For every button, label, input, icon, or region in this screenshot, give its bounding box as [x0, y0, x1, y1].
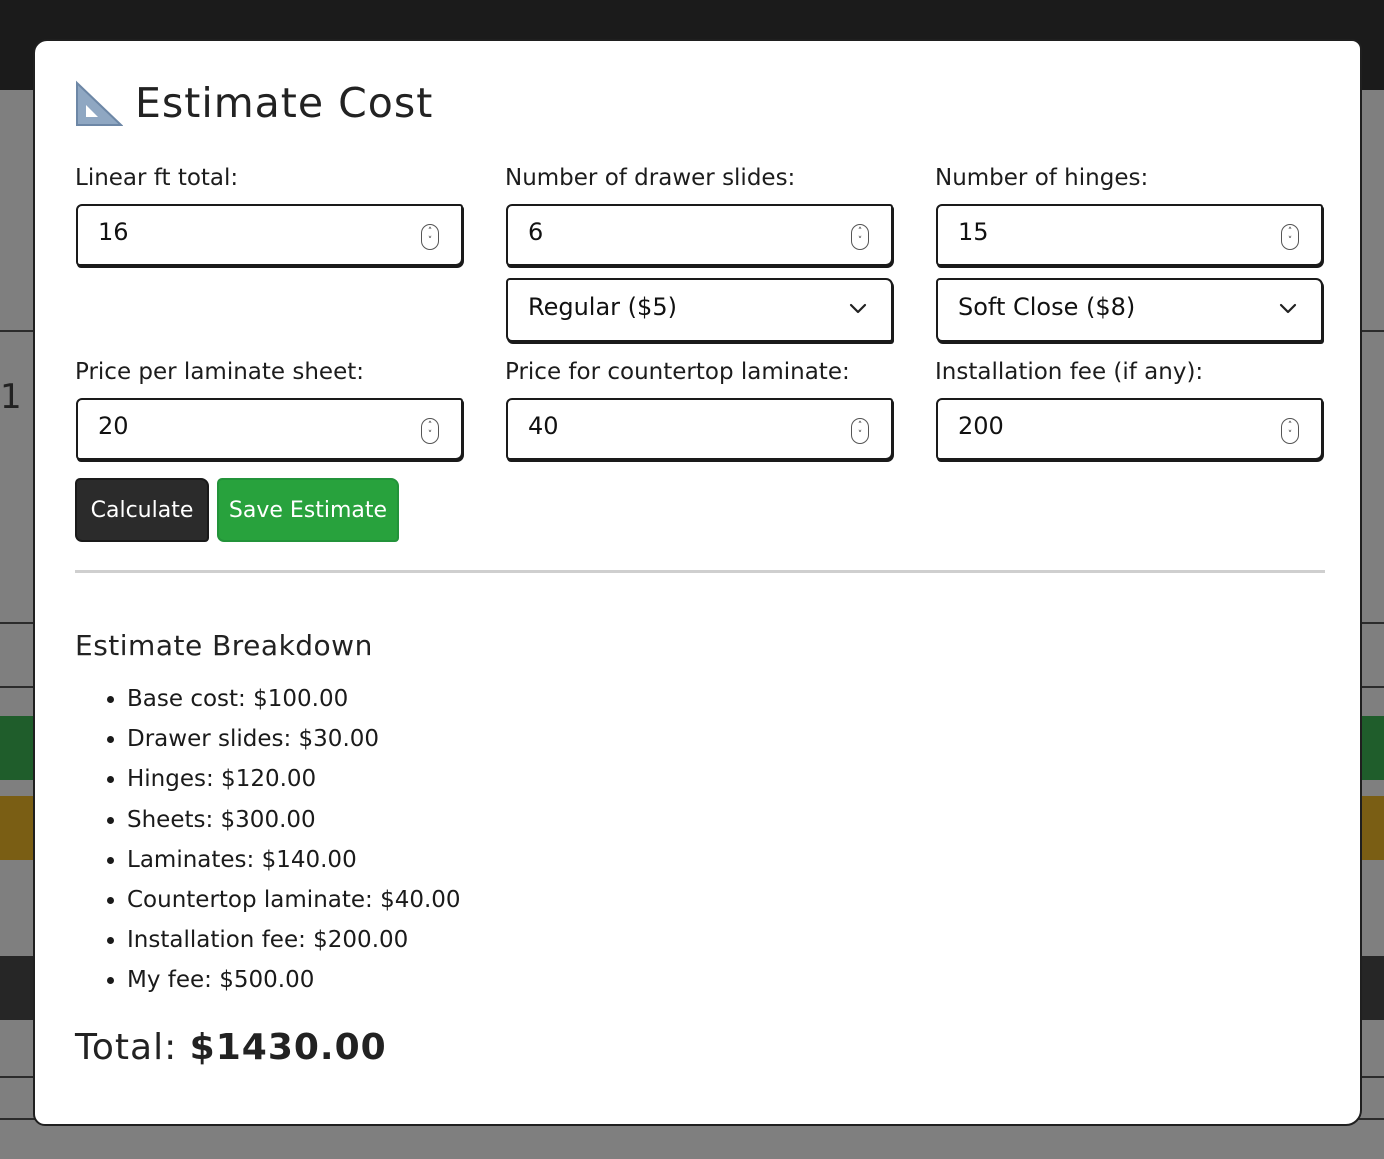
linear-ft-value: 16 — [98, 218, 129, 246]
breakdown-title: Estimate Breakdown — [75, 629, 373, 662]
drawer-slides-value: 6 — [528, 218, 544, 246]
installation-fee-label: Installation fee (if any): — [935, 359, 1204, 385]
list-item: Installation fee: $200.00 — [127, 920, 461, 960]
hinges-label: Number of hinges: — [935, 165, 1149, 191]
hinge-type-selected: Soft Close ($8) — [958, 293, 1136, 321]
number-spinner-icon[interactable]: ˄ ˅ — [421, 418, 439, 444]
laminate-sheet-price-input[interactable]: 20 ˄ ˅ — [76, 398, 463, 460]
chevron-down-icon — [1279, 303, 1297, 314]
list-item: Base cost: $100.00 — [127, 679, 461, 719]
breakdown-list: Base cost: $100.00 Drawer slides: $30.00… — [89, 679, 461, 1001]
hinge-type-select[interactable]: Soft Close ($8) — [936, 278, 1323, 342]
total-label: Total: — [75, 1027, 178, 1068]
linear-ft-input[interactable]: 16 ˄ ˅ — [76, 204, 463, 266]
estimate-total: Total: $1430.00 — [75, 1027, 387, 1068]
chevron-down-icon — [849, 303, 867, 314]
drawer-slides-input[interactable]: 6 ˄ ˅ — [506, 204, 893, 266]
number-spinner-icon[interactable]: ˄ ˅ — [1281, 418, 1299, 444]
total-value: $1430.00 — [189, 1027, 387, 1068]
list-item: Hinges: $120.00 — [127, 759, 461, 799]
number-spinner-icon[interactable]: ˄ ˅ — [1281, 224, 1299, 250]
linear-ft-label: Linear ft total: — [75, 165, 239, 191]
calculate-button[interactable]: Calculate — [75, 478, 209, 542]
drawer-slide-type-select[interactable]: Regular ($5) — [506, 278, 893, 342]
drawer-slides-label: Number of drawer slides: — [505, 165, 796, 191]
estimate-cost-modal: Estimate Cost Linear ft total: Number of… — [33, 39, 1362, 1126]
number-spinner-icon[interactable]: ˄ ˅ — [851, 418, 869, 444]
list-item: Sheets: $300.00 — [127, 800, 461, 840]
list-item: Countertop laminate: $40.00 — [127, 880, 461, 920]
modal-header: Estimate Cost — [75, 79, 433, 127]
list-item: Laminates: $140.00 — [127, 840, 461, 880]
list-item: Drawer slides: $30.00 — [127, 719, 461, 759]
section-divider — [75, 570, 1325, 573]
drawer-slide-type-selected: Regular ($5) — [528, 293, 677, 321]
number-spinner-icon[interactable]: ˄ ˅ — [421, 224, 439, 250]
background-text: 1 — [0, 377, 22, 417]
laminate-sheet-price-value: 20 — [98, 412, 129, 440]
modal-title: Estimate Cost — [135, 79, 434, 127]
hinges-input[interactable]: 15 ˄ ˅ — [936, 204, 1323, 266]
laminate-sheet-price-label: Price per laminate sheet: — [75, 359, 364, 385]
countertop-laminate-price-label: Price for countertop laminate: — [505, 359, 850, 385]
installation-fee-input[interactable]: 200 ˄ ˅ — [936, 398, 1323, 460]
countertop-laminate-price-value: 40 — [528, 412, 559, 440]
triangle-ruler-icon — [76, 80, 123, 126]
countertop-laminate-price-input[interactable]: 40 ˄ ˅ — [506, 398, 893, 460]
hinges-value: 15 — [958, 218, 989, 246]
save-estimate-button[interactable]: Save Estimate — [217, 478, 399, 542]
number-spinner-icon[interactable]: ˄ ˅ — [851, 224, 869, 250]
list-item: My fee: $500.00 — [127, 960, 461, 1000]
installation-fee-value: 200 — [958, 412, 1004, 440]
